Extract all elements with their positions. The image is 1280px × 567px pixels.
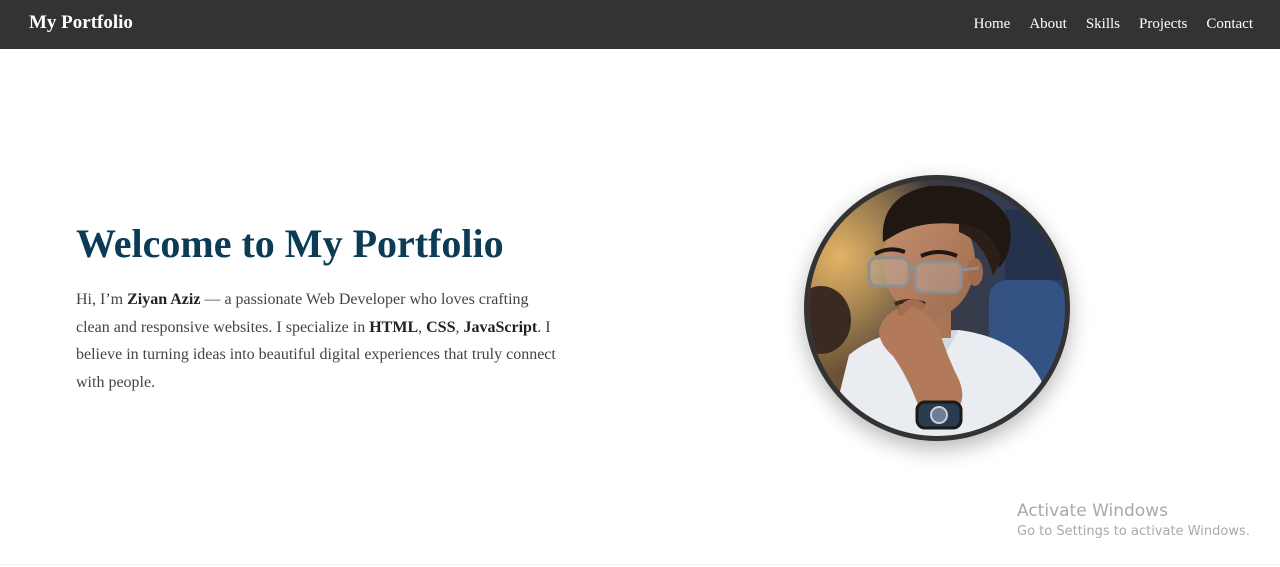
- author-name: Ziyan Aziz: [127, 291, 201, 308]
- skill-html: HTML: [369, 318, 419, 336]
- nav-links: Home About Skills Projects Contact: [974, 16, 1253, 33]
- nav-link-projects[interactable]: Projects: [1139, 16, 1187, 33]
- hero-title: Welcome to My Portfolio: [76, 221, 504, 266]
- profile-avatar: [804, 175, 1070, 441]
- brand-logo[interactable]: My Portfolio: [29, 12, 133, 34]
- activate-windows-watermark: Activate Windows Go to Settings to activ…: [1017, 500, 1250, 542]
- nav-link-contact[interactable]: Contact: [1206, 16, 1253, 33]
- watermark-subtitle: Go to Settings to activate Windows.: [1017, 524, 1250, 539]
- skill-separator: ,: [418, 318, 427, 336]
- watermark-title: Activate Windows: [1017, 501, 1168, 521]
- hero-intro: Hi, I’m Ziyan Aziz — a passionate Web De…: [76, 286, 556, 396]
- profile-photo: [809, 180, 1065, 436]
- navbar: My Portfolio Home About Skills Projects …: [0, 0, 1280, 49]
- nav-link-about[interactable]: About: [1029, 16, 1067, 33]
- skill-css: CSS: [426, 318, 456, 336]
- section-divider: [0, 564, 1280, 565]
- nav-link-skills[interactable]: Skills: [1086, 16, 1120, 33]
- intro-text-1: Hi, I’m: [76, 291, 128, 308]
- nav-link-home[interactable]: Home: [974, 16, 1011, 33]
- skill-javascript: JavaScript: [463, 318, 538, 336]
